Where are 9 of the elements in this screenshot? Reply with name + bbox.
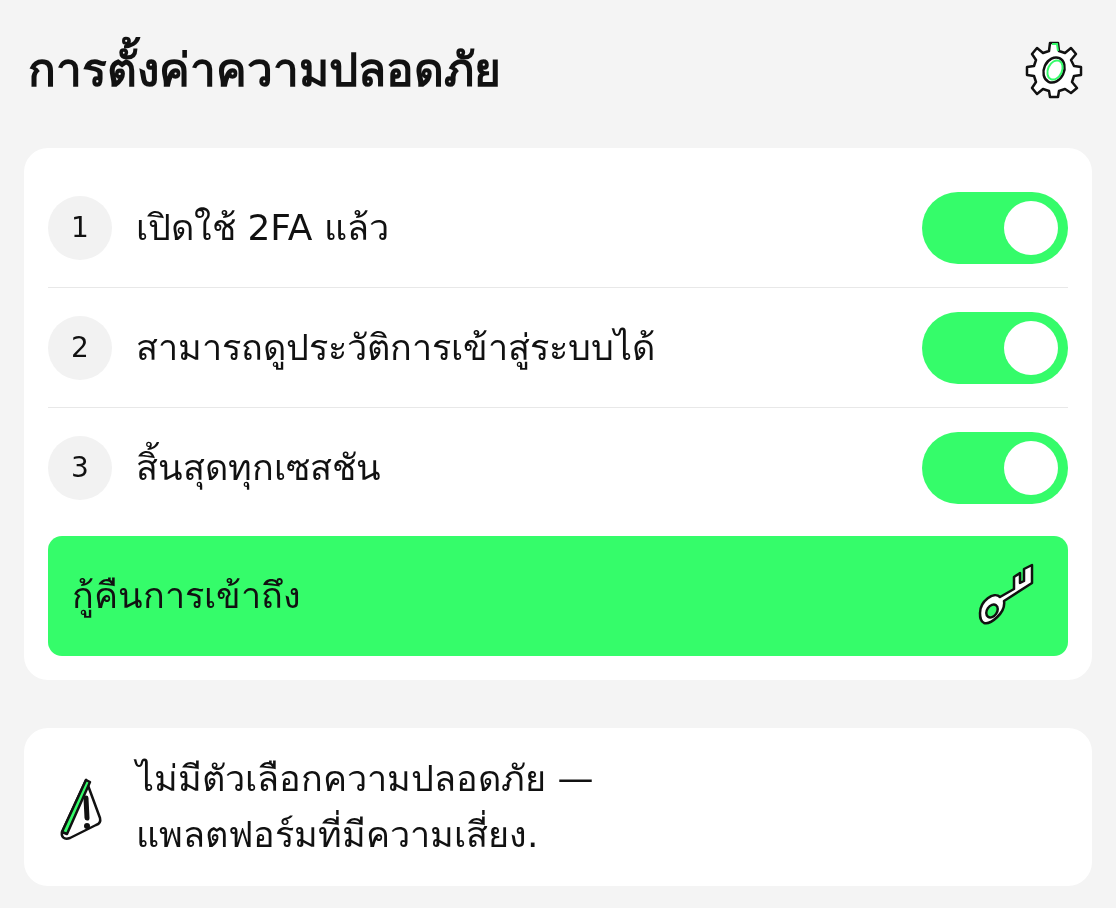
setting-label: สามารถดูประวัติการเข้าสู่ระบบได้: [136, 325, 656, 372]
gear-icon[interactable]: [1024, 39, 1084, 101]
setting-label: เปิดใช้ 2FA แล้ว: [136, 205, 390, 250]
number-badge: 3: [48, 436, 112, 500]
number-badge: 2: [48, 315, 112, 380]
number-badge: 1: [48, 195, 112, 260]
page-title: การตั้งค่าความปลอดภัย: [28, 35, 501, 105]
recover-access-button[interactable]: กู้คืนการเข้าถึง: [48, 536, 1068, 656]
setting-label: สิ้นสุดทุกเซสชัน: [136, 441, 922, 495]
